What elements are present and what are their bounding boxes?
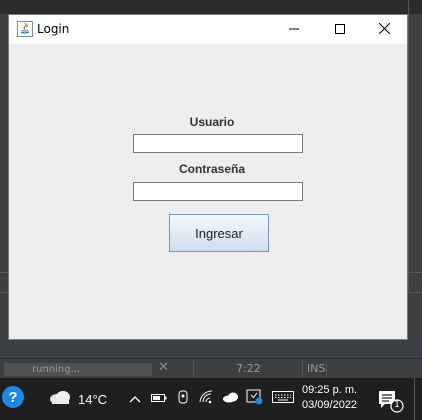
notification-center-button[interactable]: 1 bbox=[376, 388, 406, 414]
minimize-button[interactable] bbox=[271, 15, 317, 44]
clock-time: 09:25 p. m. bbox=[302, 384, 358, 396]
show-hidden-icons-button[interactable] bbox=[126, 390, 144, 408]
ide-divider bbox=[408, 0, 409, 290]
chevron-up-icon bbox=[129, 390, 141, 408]
close-button[interactable] bbox=[361, 15, 407, 44]
caret-position[interactable]: 7:22 bbox=[236, 362, 261, 375]
onedrive-cloud-icon bbox=[222, 390, 240, 408]
onedrive-tray[interactable] bbox=[222, 390, 240, 408]
cloud-icon bbox=[48, 389, 72, 410]
camera-icon bbox=[176, 390, 190, 409]
help-button[interactable]: ? bbox=[0, 378, 26, 420]
battery-icon bbox=[151, 390, 167, 408]
username-label: Usuario bbox=[189, 115, 235, 129]
status-separator bbox=[302, 361, 303, 377]
ide-top-strip bbox=[0, 0, 422, 14]
title-bar[interactable]: Login bbox=[9, 15, 407, 44]
password-field[interactable] bbox=[133, 182, 303, 201]
login-window: Login Usuario Contraseña Ingresar bbox=[8, 14, 408, 340]
wifi-tray[interactable] bbox=[198, 389, 216, 409]
clock-date: 03/09/2022 bbox=[302, 399, 358, 411]
status-separator bbox=[326, 361, 327, 377]
svg-text:?: ? bbox=[8, 389, 17, 406]
status-separator bbox=[193, 361, 194, 377]
temperature: 14°C bbox=[78, 391, 108, 407]
cancel-task-icon[interactable]: ✕ bbox=[158, 360, 169, 375]
keyboard-tray[interactable] bbox=[270, 390, 296, 408]
weather-widget[interactable]: 14°C bbox=[48, 378, 118, 420]
close-icon bbox=[378, 21, 390, 39]
insert-mode[interactable]: INS bbox=[307, 362, 325, 375]
maximize-button[interactable] bbox=[317, 15, 363, 44]
ide-status-bar: running... ✕ 7:22 INS bbox=[0, 358, 422, 378]
window-title: Login bbox=[37, 22, 70, 36]
security-badge-icon bbox=[246, 388, 264, 411]
battery-tray[interactable] bbox=[150, 390, 168, 408]
login-button[interactable]: Ingresar bbox=[169, 214, 269, 252]
keyboard-icon bbox=[272, 390, 294, 408]
username-field[interactable] bbox=[133, 134, 303, 153]
security-tray[interactable] bbox=[246, 388, 264, 411]
show-desktop-button[interactable] bbox=[414, 378, 415, 420]
notification-count: 1 bbox=[394, 400, 400, 410]
meet-now-tray[interactable] bbox=[174, 390, 192, 408]
password-label: Contraseña bbox=[178, 162, 246, 176]
wifi-icon bbox=[199, 389, 215, 409]
taskbar: ? 14°C 09:25 p. m. 03/09/2022 1 bbox=[0, 378, 422, 420]
ide-progress-bar: running... bbox=[4, 363, 152, 376]
help-icon: ? bbox=[1, 385, 25, 414]
clock[interactable]: 09:25 p. m. 03/09/2022 bbox=[302, 383, 364, 413]
maximize-icon bbox=[335, 21, 345, 39]
minimize-icon bbox=[289, 21, 299, 39]
java-icon bbox=[17, 21, 33, 37]
notification-icon bbox=[376, 391, 406, 418]
